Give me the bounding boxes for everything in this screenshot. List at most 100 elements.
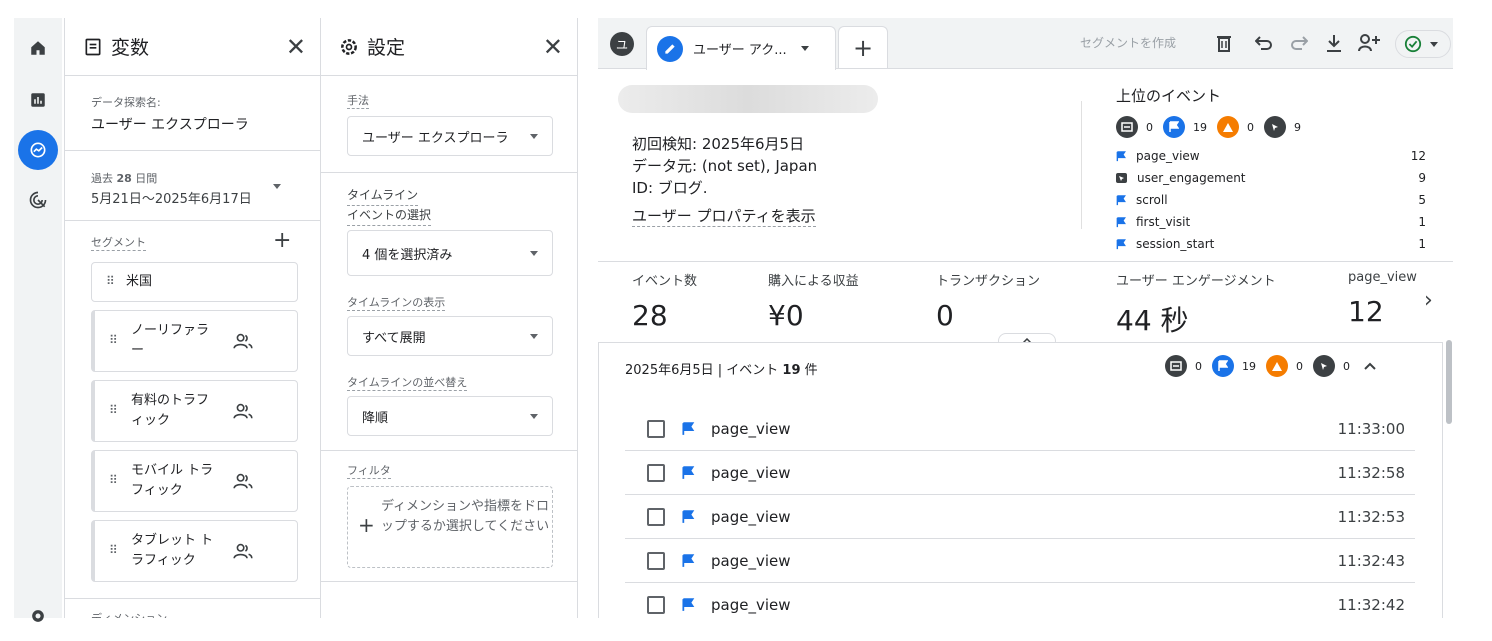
metric-event-count: イベント数 28: [632, 274, 698, 332]
home-icon[interactable]: [18, 28, 58, 68]
drag-handle-icon[interactable]: ⠿: [109, 403, 118, 417]
pencil-icon: [657, 35, 683, 62]
tab-user-activity[interactable]: ユーザー アク...: [646, 26, 836, 70]
flag-icon: [682, 598, 695, 611]
segment-item[interactable]: ⠿ モバイル トラ フィック: [91, 450, 298, 512]
event-row[interactable]: page_view 11:32:42: [625, 583, 1415, 627]
top-event-row: page_view 12: [1116, 149, 1426, 163]
next-metrics-chevron-icon[interactable]: ›: [1424, 288, 1433, 313]
add-tab-button[interactable]: +: [838, 26, 888, 68]
event-select-dropdown[interactable]: 4 個を選択済み: [347, 230, 553, 276]
pointer-icon: [1313, 355, 1335, 377]
close-icon[interactable]: ✕: [286, 33, 306, 61]
settings-panel: 設定 ✕ 手法 ユーザー エクスプローラ タイムライン イベントの選択 4 個を…: [321, 18, 578, 618]
delete-icon[interactable]: [1213, 32, 1235, 54]
filter-drop-text: ディメンションや指標をドロップするか選択してください: [380, 499, 550, 534]
segment-item[interactable]: ⠿ ノーリファラー: [91, 310, 298, 372]
flag-icon: [682, 509, 695, 523]
chevron-down-icon: [530, 334, 538, 339]
user-segment-icon: [233, 403, 253, 419]
event-row[interactable]: page_view 11:32:43: [625, 539, 1415, 583]
event-row[interactable]: page_view 11:32:58: [625, 451, 1415, 495]
variables-icon: [85, 38, 101, 55]
metrics-strip: イベント数 28 購入による収益 ¥0 トランザクション 0 ユーザー エンゲージメン…: [598, 262, 1453, 342]
add-segment-plus-icon[interactable]: +: [273, 228, 291, 253]
share-users-icon[interactable]: [1358, 32, 1380, 54]
web-page-icon: [1165, 355, 1187, 377]
flag-icon: [1116, 216, 1126, 227]
event-checkbox[interactable]: [647, 507, 665, 526]
flag-icon: [1116, 238, 1126, 249]
download-icon[interactable]: [1323, 32, 1345, 54]
day-event-counts: 0 19 0 0: [1165, 355, 1376, 377]
filter-drop-zone[interactable]: + ディメンションや指標をドロップするか選択してください: [347, 486, 553, 568]
chevron-up-icon[interactable]: [1364, 362, 1376, 370]
advertising-icon[interactable]: [18, 180, 58, 220]
status-pill[interactable]: [1395, 30, 1451, 58]
flag-icon: [1116, 150, 1126, 161]
canvas-scrollbar[interactable]: [1446, 340, 1452, 424]
view-user-properties-link[interactable]: ユーザー プロパティを表示: [632, 205, 816, 227]
timeline-display-select[interactable]: すべて展開: [347, 316, 553, 356]
segment-item[interactable]: ⠿ 有料のトラフ ィック: [91, 380, 298, 442]
redacted-user-id: [618, 85, 878, 113]
explore-icon[interactable]: [18, 130, 58, 170]
top-event-row: user_engagement 9: [1116, 171, 1426, 185]
event-checkbox[interactable]: [647, 596, 665, 614]
undo-icon[interactable]: [1253, 32, 1275, 54]
metric-user-engagement: ユーザー エンゲージメント 44 秒: [1116, 274, 1276, 337]
drag-handle-icon[interactable]: ⠿: [106, 274, 115, 288]
segment-item[interactable]: ⠿ 米国: [91, 262, 298, 302]
date-dropdown-caret-icon[interactable]: [273, 184, 281, 189]
warning-icon: [1266, 355, 1288, 377]
event-row[interactable]: page_view 11:33:00: [625, 407, 1415, 451]
drag-handle-icon[interactable]: ⠿: [109, 543, 118, 557]
exploration-name-block[interactable]: データ探索名: ユーザー エクスプローラ: [91, 94, 249, 134]
redo-icon[interactable]: [1288, 32, 1310, 54]
date-range-value: 5月21日～2025年6月17日: [91, 192, 252, 207]
web-page-icon: [1116, 116, 1138, 138]
settings-title: 設定: [367, 37, 406, 59]
exploration-name[interactable]: ユーザー エクスプローラ: [91, 114, 249, 134]
drag-handle-icon[interactable]: ⠿: [109, 333, 118, 347]
drag-handle-icon[interactable]: ⠿: [109, 473, 118, 487]
date-range-picker[interactable]: 過去 28 日間 5月21日～2025年6月17日: [91, 170, 291, 207]
segment-item[interactable]: ⠿ タブレット トラフィック: [91, 520, 298, 582]
chevron-down-icon: [530, 414, 538, 419]
tab-label: ユーザー アク...: [693, 43, 787, 58]
flag-icon: [1116, 194, 1126, 205]
gear-icon: [341, 38, 357, 55]
variables-header: 変数 ✕: [65, 18, 320, 76]
close-icon[interactable]: ✕: [543, 33, 563, 61]
event-checkbox[interactable]: [647, 463, 665, 482]
timeline-display-label: タイムラインの表示: [347, 296, 446, 311]
variables-panel: 変数 ✕ データ探索名: ユーザー エクスプローラ 過去 28 日間 5月21日…: [64, 18, 321, 618]
event-select-label: イベントの選択: [347, 206, 432, 226]
day-title: 2025年6月5日 | イベント 19 件: [625, 363, 818, 378]
event-row[interactable]: page_view 11:32:53: [625, 495, 1415, 539]
reports-icon[interactable]: [18, 80, 58, 120]
event-checkbox[interactable]: [647, 551, 665, 570]
check-circle-icon: [1404, 35, 1422, 53]
exploration-name-label: データ探索名:: [91, 96, 161, 109]
day-events-card: 2025年6月5日 | イベント 19 件 0 19 0 0 page_view…: [598, 342, 1443, 618]
create-segment-button[interactable]: セグメントを作成: [1080, 34, 1176, 51]
technique-select[interactable]: ユーザー エクスプローラ: [347, 116, 553, 156]
pointer-icon: [1264, 116, 1286, 138]
add-filter-plus-icon[interactable]: +: [358, 513, 375, 537]
date-range-label: 過去 28 日間: [91, 172, 158, 185]
settings-header: 設定 ✕: [321, 18, 577, 76]
canvas: ユ ユーザー アク... + セグメントを作成 初回検知: 2025年6月5日 …: [598, 18, 1453, 618]
top-event-row: scroll 5: [1116, 193, 1426, 207]
settings-gear-icon[interactable]: [18, 596, 58, 636]
chevron-down-icon[interactable]: [800, 46, 809, 51]
pointer-icon: [1116, 173, 1127, 183]
chevron-down-icon: [530, 134, 538, 139]
timeline-sort-select[interactable]: 降順: [347, 396, 553, 436]
event-checkbox[interactable]: [647, 419, 665, 438]
first-seen: 初回検知: 2025年6月5日: [632, 135, 805, 153]
left-nav-rail: [14, 18, 62, 622]
timeline-label: タイムライン: [347, 186, 419, 206]
metric-transactions: トランザクション 0: [936, 274, 1041, 332]
user-tab-badge[interactable]: ユ: [610, 32, 634, 56]
